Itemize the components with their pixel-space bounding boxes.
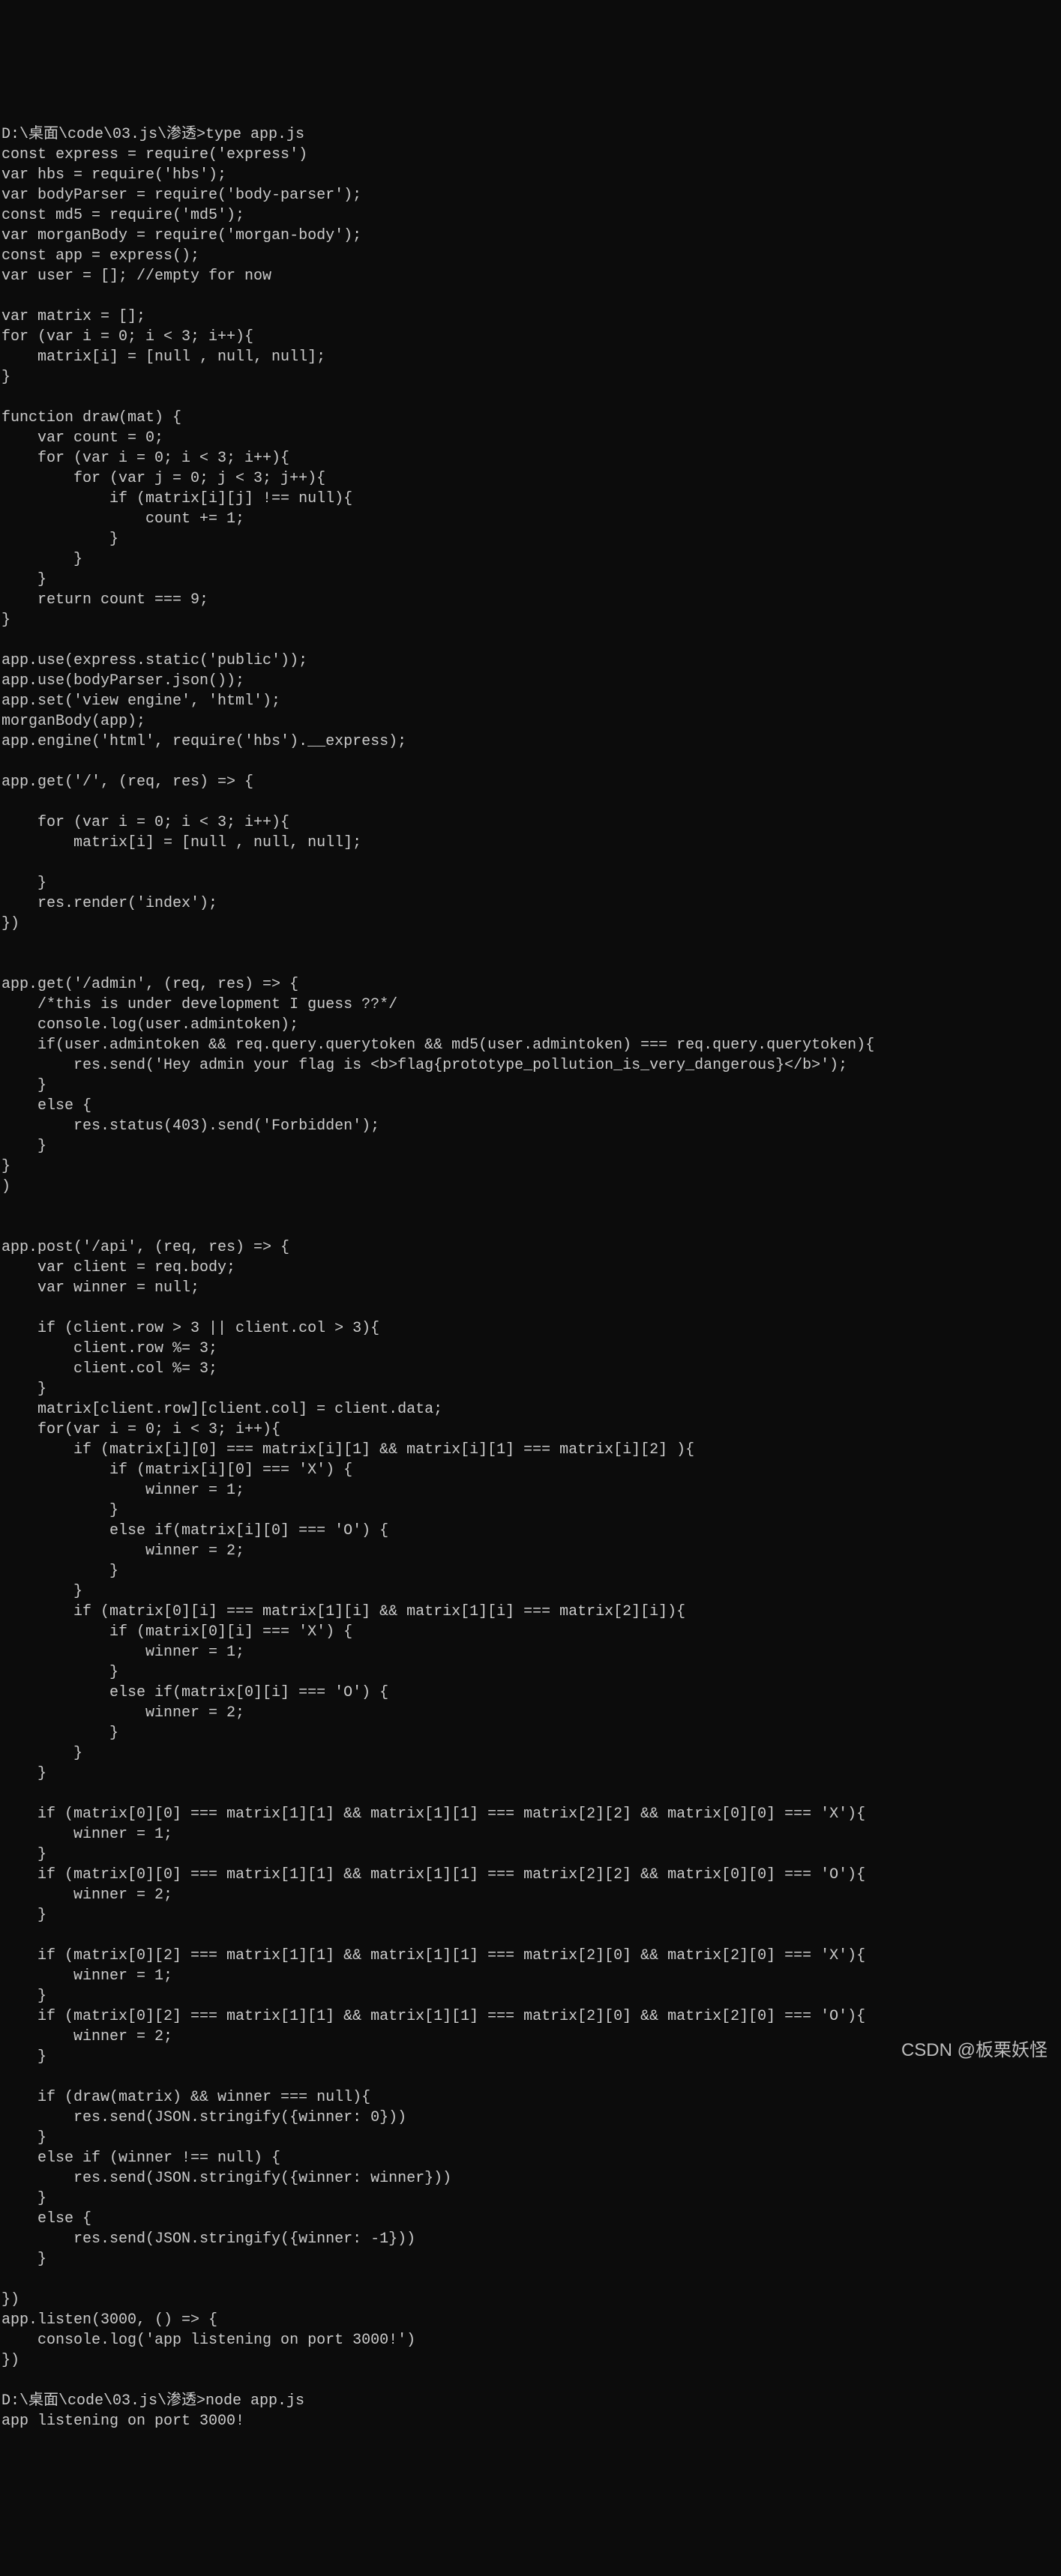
terminal-window[interactable]: D:\桌面\code\03.js\渗透>type app.js const ex… bbox=[0, 101, 1061, 2434]
watermark-text: CSDN @板栗妖怪 bbox=[901, 2039, 1048, 2063]
code-output: const express = require('express') var h… bbox=[1, 145, 1060, 2371]
prompt-line-2: D:\桌面\code\03.js\渗透>node app.js bbox=[1, 2392, 304, 2410]
prompt-line-1: D:\桌面\code\03.js\渗透>type app.js bbox=[1, 126, 304, 143]
app-output: app listening on port 3000! bbox=[1, 2413, 244, 2430]
